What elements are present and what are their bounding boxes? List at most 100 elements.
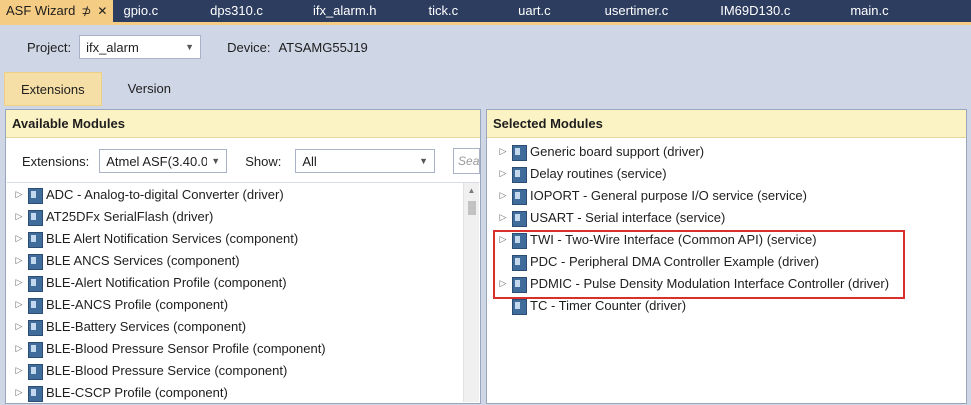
module-label: BLE-CSCP Profile (component) <box>46 384 228 400</box>
scroll-thumb[interactable] <box>468 201 476 215</box>
module-label: BLE-Battery Services (component) <box>46 318 247 334</box>
module-label: USART - Serial interface (service) <box>530 209 726 225</box>
expand-arrow-icon[interactable]: ▷ <box>10 211 28 222</box>
expand-arrow-icon[interactable]: ▷ <box>494 168 512 179</box>
module-icon <box>28 209 43 226</box>
module-label: IOPORT - General purpose I/O service (se… <box>530 187 807 203</box>
list-item[interactable]: ▷ BLE-Battery Services (component) <box>7 315 479 337</box>
search-input[interactable]: Sea <box>453 148 480 174</box>
tab-label: uart.c <box>518 3 551 18</box>
tab-main-c[interactable]: main.c <box>842 0 896 22</box>
list-item[interactable]: TC - Timer Counter (driver) <box>488 294 965 316</box>
module-icon <box>512 254 527 271</box>
expand-arrow-icon[interactable]: ▷ <box>10 321 28 332</box>
tab-label: usertimer.c <box>604 3 669 18</box>
expand-arrow-icon[interactable]: ▷ <box>10 343 28 354</box>
list-item[interactable]: ▷ AT25DFx SerialFlash (driver) <box>7 205 479 227</box>
available-modules-tree: ▷ ADC - Analog-to-digital Converter (driv… <box>7 182 479 402</box>
device-value: ATSAMG55J19 <box>278 39 368 55</box>
project-row: Project: ifx_alarm ▼ Device: ATSAMG55J19 <box>27 34 368 60</box>
tab-label: main.c <box>850 3 889 18</box>
project-select[interactable]: ifx_alarm ▼ <box>79 35 202 59</box>
project-label: Project: <box>27 39 72 55</box>
tab-gpio-c[interactable]: gpio.c <box>113 0 166 22</box>
module-icon <box>28 341 43 358</box>
module-label: AT25DFx SerialFlash (driver) <box>46 208 214 224</box>
vertical-scrollbar[interactable]: ▲ <box>463 183 479 402</box>
list-item[interactable]: ▷ BLE-ANCS Profile (component) <box>7 293 479 315</box>
module-icon <box>28 319 43 336</box>
device-label: Device: <box>227 39 271 55</box>
expand-arrow-icon[interactable]: ▷ <box>10 233 28 244</box>
tab-ifx-alarm-h[interactable]: ifx_alarm.h <box>305 0 385 22</box>
show-select-value: All <box>302 153 317 169</box>
module-label: BLE-Alert Notification Profile (componen… <box>46 274 287 290</box>
module-icon <box>28 385 43 402</box>
list-item[interactable]: ▷ Generic board support (driver) <box>488 140 965 162</box>
expand-arrow-icon[interactable]: ▷ <box>10 189 28 200</box>
list-item[interactable]: ▷ BLE ANCS Services (component) <box>7 249 479 271</box>
available-modules-title: Available Modules <box>6 110 480 138</box>
list-item[interactable]: ▷ BLE-CSCP Profile (component) <box>7 381 479 402</box>
module-label: Delay routines (service) <box>530 165 667 181</box>
scroll-up-arrow-icon[interactable]: ▲ <box>464 183 479 199</box>
list-item[interactable]: ▷ BLE-Alert Notification Profile (compone… <box>7 271 479 293</box>
list-item[interactable]: ▷ ADC - Analog-to-digital Converter (driv… <box>7 183 479 205</box>
expand-arrow-icon[interactable]: ▷ <box>10 387 28 398</box>
module-icon <box>512 144 527 161</box>
module-label: PDC - Peripheral DMA Controller Example … <box>530 253 819 269</box>
tab-tick-c[interactable]: tick.c <box>421 0 467 22</box>
module-icon <box>512 166 527 183</box>
expand-arrow-icon[interactable]: ▷ <box>10 277 28 288</box>
tab-usertimer-c[interactable]: usertimer.c <box>597 0 677 22</box>
expand-arrow-icon[interactable]: ▷ <box>494 234 512 245</box>
tab-dps310-c[interactable]: dps310.c <box>202 0 271 22</box>
filter-row: Extensions: Atmel ASF(3.40.0) ▼ Show: Al… <box>6 148 480 174</box>
list-item[interactable]: PDC - Peripheral DMA Controller Example … <box>488 250 965 272</box>
list-item[interactable]: ▷ BLE-Blood Pressure Service (component) <box>7 359 479 381</box>
pin-icon[interactable]: ⊅ <box>81 0 91 22</box>
tab-asf-wizard[interactable]: ASF Wizard ⊅ ✕ <box>0 0 114 22</box>
module-icon <box>28 187 43 204</box>
show-label: Show: <box>245 153 282 169</box>
module-icon <box>28 363 43 380</box>
asf-wizard-content: Project: ifx_alarm ▼ Device: ATSAMG55J19… <box>0 22 971 405</box>
tab-im69d130-c[interactable]: IM69D130.c <box>712 0 798 22</box>
tab-label: dps310.c <box>210 3 263 18</box>
module-icon <box>512 210 527 227</box>
module-icon <box>28 297 43 314</box>
module-icon <box>28 253 43 270</box>
list-item[interactable]: ▷ BLE Alert Notification Services (compon… <box>7 227 479 249</box>
module-label: PDMIC - Pulse Density Modulation Interfa… <box>530 275 890 291</box>
expand-arrow-icon[interactable]: ▷ <box>10 299 28 310</box>
tab-label: ifx_alarm.h <box>312 3 377 18</box>
list-item[interactable]: ▷ IOPORT - General purpose I/O service (s… <box>488 184 965 206</box>
expand-arrow-icon[interactable]: ▷ <box>494 146 512 157</box>
extensions-select[interactable]: Atmel ASF(3.40.0) ▼ <box>99 149 228 173</box>
tab-label: ASF Wizard <box>6 3 76 18</box>
list-item[interactable]: ▷ PDMIC - Pulse Density Modulation Interf… <box>488 272 965 294</box>
module-icon <box>512 276 527 293</box>
module-icon <box>512 232 527 249</box>
close-icon[interactable]: ✕ <box>97 0 107 22</box>
list-item[interactable]: ▷ USART - Serial interface (service) <box>488 206 965 228</box>
expand-arrow-icon[interactable]: ▷ <box>10 255 28 266</box>
expand-arrow-icon[interactable]: ▷ <box>494 190 512 201</box>
module-label: BLE-Blood Pressure Sensor Profile (compo… <box>46 340 326 356</box>
expand-arrow-icon[interactable]: ▷ <box>10 365 28 376</box>
tab-uart-c[interactable]: uart.c <box>510 0 559 22</box>
module-icon <box>512 298 527 315</box>
document-tab-strip: ASF Wizard ⊅ ✕ gpio.c dps310.c ifx_alarm… <box>0 0 971 22</box>
list-item[interactable]: ▷ Delay routines (service) <box>488 162 965 184</box>
tab-extensions[interactable]: Extensions <box>4 72 102 106</box>
expand-arrow-icon[interactable]: ▷ <box>494 212 512 223</box>
show-select[interactable]: All ▼ <box>295 149 436 173</box>
module-label: ADC - Analog-to-digital Converter (drive… <box>46 186 284 202</box>
module-icon <box>28 231 43 248</box>
list-item[interactable]: ▷ BLE-Blood Pressure Sensor Profile (comp… <box>7 337 479 359</box>
tab-version[interactable]: Version <box>112 72 187 106</box>
selected-modules-panel: Selected Modules ▷ Generic board support … <box>486 109 967 404</box>
extensions-label: Extensions: <box>22 153 90 169</box>
list-item[interactable]: ▷ TWI - Two-Wire Interface (Common API) (… <box>488 228 965 250</box>
expand-arrow-icon[interactable]: ▷ <box>494 278 512 289</box>
